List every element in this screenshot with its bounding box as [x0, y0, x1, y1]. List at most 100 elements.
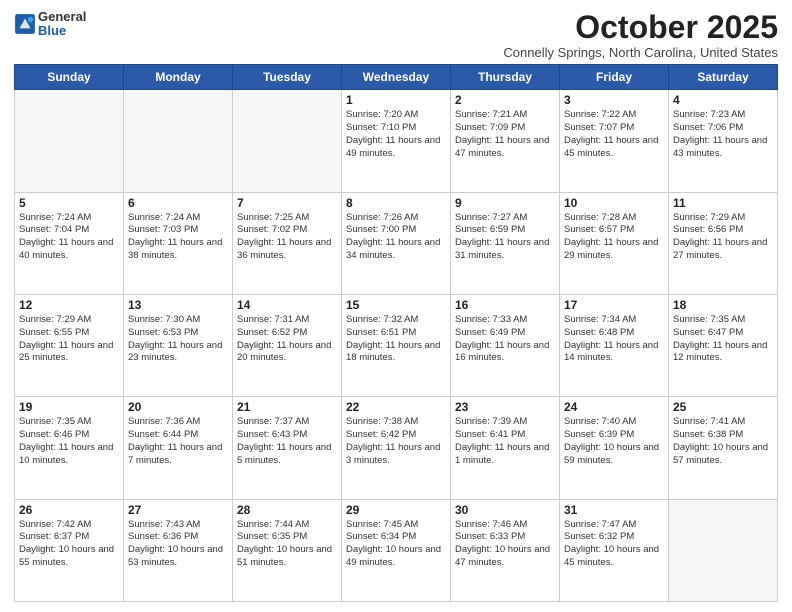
table-row: 19 Sunrise: 7:35 AM Sunset: 6:46 PM Dayli…: [15, 397, 124, 499]
table-row: 21Sunrise: 7:37 AM Sunset: 6:43 PM Dayli…: [233, 397, 342, 499]
day-number: 30: [455, 503, 555, 517]
table-row: 2 Sunrise: 7:21 AM Sunset: 7:09 PM Daylig…: [451, 90, 560, 192]
table-row: [15, 90, 124, 192]
day-info: Sunrise: 7:42 AM Sunset: 6:37 PM Dayligh…: [19, 519, 119, 570]
day-info: Sunrise: 7:46 AM Sunset: 6:33 PM Dayligh…: [455, 519, 555, 570]
table-row: 20Sunrise: 7:36 AM Sunset: 6:44 PM Dayli…: [124, 397, 233, 499]
col-wednesday: Wednesday: [342, 65, 451, 90]
day-number: 22: [346, 400, 446, 414]
logo-icon: [14, 13, 36, 35]
calendar-week-row: 12 Sunrise: 7:29 AM Sunset: 6:55 PM Dayli…: [15, 294, 778, 396]
table-row: 25 Sunrise: 7:41 AM Sunset: 6:38 PM Dayli…: [669, 397, 778, 499]
col-thursday: Thursday: [451, 65, 560, 90]
day-info: Sunrise: 7:29 AM Sunset: 6:56 PM Dayligh…: [673, 212, 773, 263]
day-info: Sunrise: 7:24 AM Sunset: 7:04 PM Dayligh…: [19, 212, 119, 263]
table-row: 8Sunrise: 7:26 AM Sunset: 7:00 PM Daylig…: [342, 192, 451, 294]
calendar-table: Sunday Monday Tuesday Wednesday Thursday…: [14, 64, 778, 602]
day-number: 16: [455, 298, 555, 312]
calendar-week-row: 26 Sunrise: 7:42 AM Sunset: 6:37 PM Dayli…: [15, 499, 778, 601]
col-sunday: Sunday: [15, 65, 124, 90]
day-number: 4: [673, 93, 773, 107]
day-info: Sunrise: 7:33 AM Sunset: 6:49 PM Dayligh…: [455, 314, 555, 365]
page: General Blue October 2025 Connelly Sprin…: [0, 0, 792, 612]
table-row: [669, 499, 778, 601]
table-row: [233, 90, 342, 192]
day-info: Sunrise: 7:31 AM Sunset: 6:52 PM Dayligh…: [237, 314, 337, 365]
title-location: Connelly Springs, North Carolina, United…: [503, 45, 778, 60]
day-number: 29: [346, 503, 446, 517]
day-number: 3: [564, 93, 664, 107]
day-info: Sunrise: 7:39 AM Sunset: 6:41 PM Dayligh…: [455, 416, 555, 467]
day-info: Sunrise: 7:41 AM Sunset: 6:38 PM Dayligh…: [673, 416, 773, 467]
table-row: 28Sunrise: 7:44 AM Sunset: 6:35 PM Dayli…: [233, 499, 342, 601]
day-number: 19: [19, 400, 119, 414]
title-block: October 2025 Connelly Springs, North Car…: [503, 10, 778, 60]
day-number: 10: [564, 196, 664, 210]
table-row: 6 Sunrise: 7:24 AM Sunset: 7:03 PM Daylig…: [124, 192, 233, 294]
day-number: 12: [19, 298, 119, 312]
day-info: Sunrise: 7:26 AM Sunset: 7:00 PM Dayligh…: [346, 212, 446, 263]
day-number: 2: [455, 93, 555, 107]
day-info: Sunrise: 7:35 AM Sunset: 6:47 PM Dayligh…: [673, 314, 773, 365]
calendar-week-row: 1Sunrise: 7:20 AM Sunset: 7:10 PM Daylig…: [15, 90, 778, 192]
day-info: Sunrise: 7:21 AM Sunset: 7:09 PM Dayligh…: [455, 109, 555, 160]
table-row: 13Sunrise: 7:30 AM Sunset: 6:53 PM Dayli…: [124, 294, 233, 396]
table-row: 22Sunrise: 7:38 AM Sunset: 6:42 PM Dayli…: [342, 397, 451, 499]
day-info: Sunrise: 7:32 AM Sunset: 6:51 PM Dayligh…: [346, 314, 446, 365]
day-number: 13: [128, 298, 228, 312]
day-number: 27: [128, 503, 228, 517]
day-number: 26: [19, 503, 119, 517]
table-row: 3 Sunrise: 7:22 AM Sunset: 7:07 PM Daylig…: [560, 90, 669, 192]
day-number: 24: [564, 400, 664, 414]
header: General Blue October 2025 Connelly Sprin…: [14, 10, 778, 60]
day-number: 9: [455, 196, 555, 210]
day-info: Sunrise: 7:34 AM Sunset: 6:48 PM Dayligh…: [564, 314, 664, 365]
col-tuesday: Tuesday: [233, 65, 342, 90]
table-row: 10 Sunrise: 7:28 AM Sunset: 6:57 PM Dayli…: [560, 192, 669, 294]
day-info: Sunrise: 7:23 AM Sunset: 7:06 PM Dayligh…: [673, 109, 773, 160]
day-number: 31: [564, 503, 664, 517]
day-number: 18: [673, 298, 773, 312]
table-row: 30 Sunrise: 7:46 AM Sunset: 6:33 PM Dayli…: [451, 499, 560, 601]
day-number: 5: [19, 196, 119, 210]
day-info: Sunrise: 7:28 AM Sunset: 6:57 PM Dayligh…: [564, 212, 664, 263]
table-row: 1Sunrise: 7:20 AM Sunset: 7:10 PM Daylig…: [342, 90, 451, 192]
table-row: 27Sunrise: 7:43 AM Sunset: 6:36 PM Dayli…: [124, 499, 233, 601]
calendar-week-row: 5 Sunrise: 7:24 AM Sunset: 7:04 PM Daylig…: [15, 192, 778, 294]
day-info: Sunrise: 7:22 AM Sunset: 7:07 PM Dayligh…: [564, 109, 664, 160]
title-month: October 2025: [503, 10, 778, 45]
table-row: 15 Sunrise: 7:32 AM Sunset: 6:51 PM Dayli…: [342, 294, 451, 396]
day-number: 21: [237, 400, 337, 414]
table-row: 31 Sunrise: 7:47 AM Sunset: 6:32 PM Dayli…: [560, 499, 669, 601]
day-number: 28: [237, 503, 337, 517]
table-row: 26 Sunrise: 7:42 AM Sunset: 6:37 PM Dayli…: [15, 499, 124, 601]
table-row: 9 Sunrise: 7:27 AM Sunset: 6:59 PM Daylig…: [451, 192, 560, 294]
day-info: Sunrise: 7:35 AM Sunset: 6:46 PM Dayligh…: [19, 416, 119, 467]
day-info: Sunrise: 7:24 AM Sunset: 7:03 PM Dayligh…: [128, 212, 228, 263]
col-friday: Friday: [560, 65, 669, 90]
day-number: 20: [128, 400, 228, 414]
table-row: 5 Sunrise: 7:24 AM Sunset: 7:04 PM Daylig…: [15, 192, 124, 294]
table-row: 11Sunrise: 7:29 AM Sunset: 6:56 PM Dayli…: [669, 192, 778, 294]
table-row: [124, 90, 233, 192]
day-info: Sunrise: 7:27 AM Sunset: 6:59 PM Dayligh…: [455, 212, 555, 263]
table-row: 29 Sunrise: 7:45 AM Sunset: 6:34 PM Dayli…: [342, 499, 451, 601]
day-number: 23: [455, 400, 555, 414]
logo-text: General Blue: [38, 10, 86, 39]
table-row: 12 Sunrise: 7:29 AM Sunset: 6:55 PM Dayli…: [15, 294, 124, 396]
table-row: 23 Sunrise: 7:39 AM Sunset: 6:41 PM Dayli…: [451, 397, 560, 499]
day-number: 25: [673, 400, 773, 414]
day-number: 17: [564, 298, 664, 312]
day-number: 14: [237, 298, 337, 312]
day-number: 15: [346, 298, 446, 312]
table-row: 14 Sunrise: 7:31 AM Sunset: 6:52 PM Dayli…: [233, 294, 342, 396]
logo-blue: Blue: [38, 24, 86, 38]
day-info: Sunrise: 7:47 AM Sunset: 6:32 PM Dayligh…: [564, 519, 664, 570]
day-info: Sunrise: 7:45 AM Sunset: 6:34 PM Dayligh…: [346, 519, 446, 570]
day-number: 6: [128, 196, 228, 210]
col-saturday: Saturday: [669, 65, 778, 90]
table-row: 17 Sunrise: 7:34 AM Sunset: 6:48 PM Dayli…: [560, 294, 669, 396]
calendar-header-row: Sunday Monday Tuesday Wednesday Thursday…: [15, 65, 778, 90]
day-info: Sunrise: 7:29 AM Sunset: 6:55 PM Dayligh…: [19, 314, 119, 365]
table-row: 7Sunrise: 7:25 AM Sunset: 7:02 PM Daylig…: [233, 192, 342, 294]
